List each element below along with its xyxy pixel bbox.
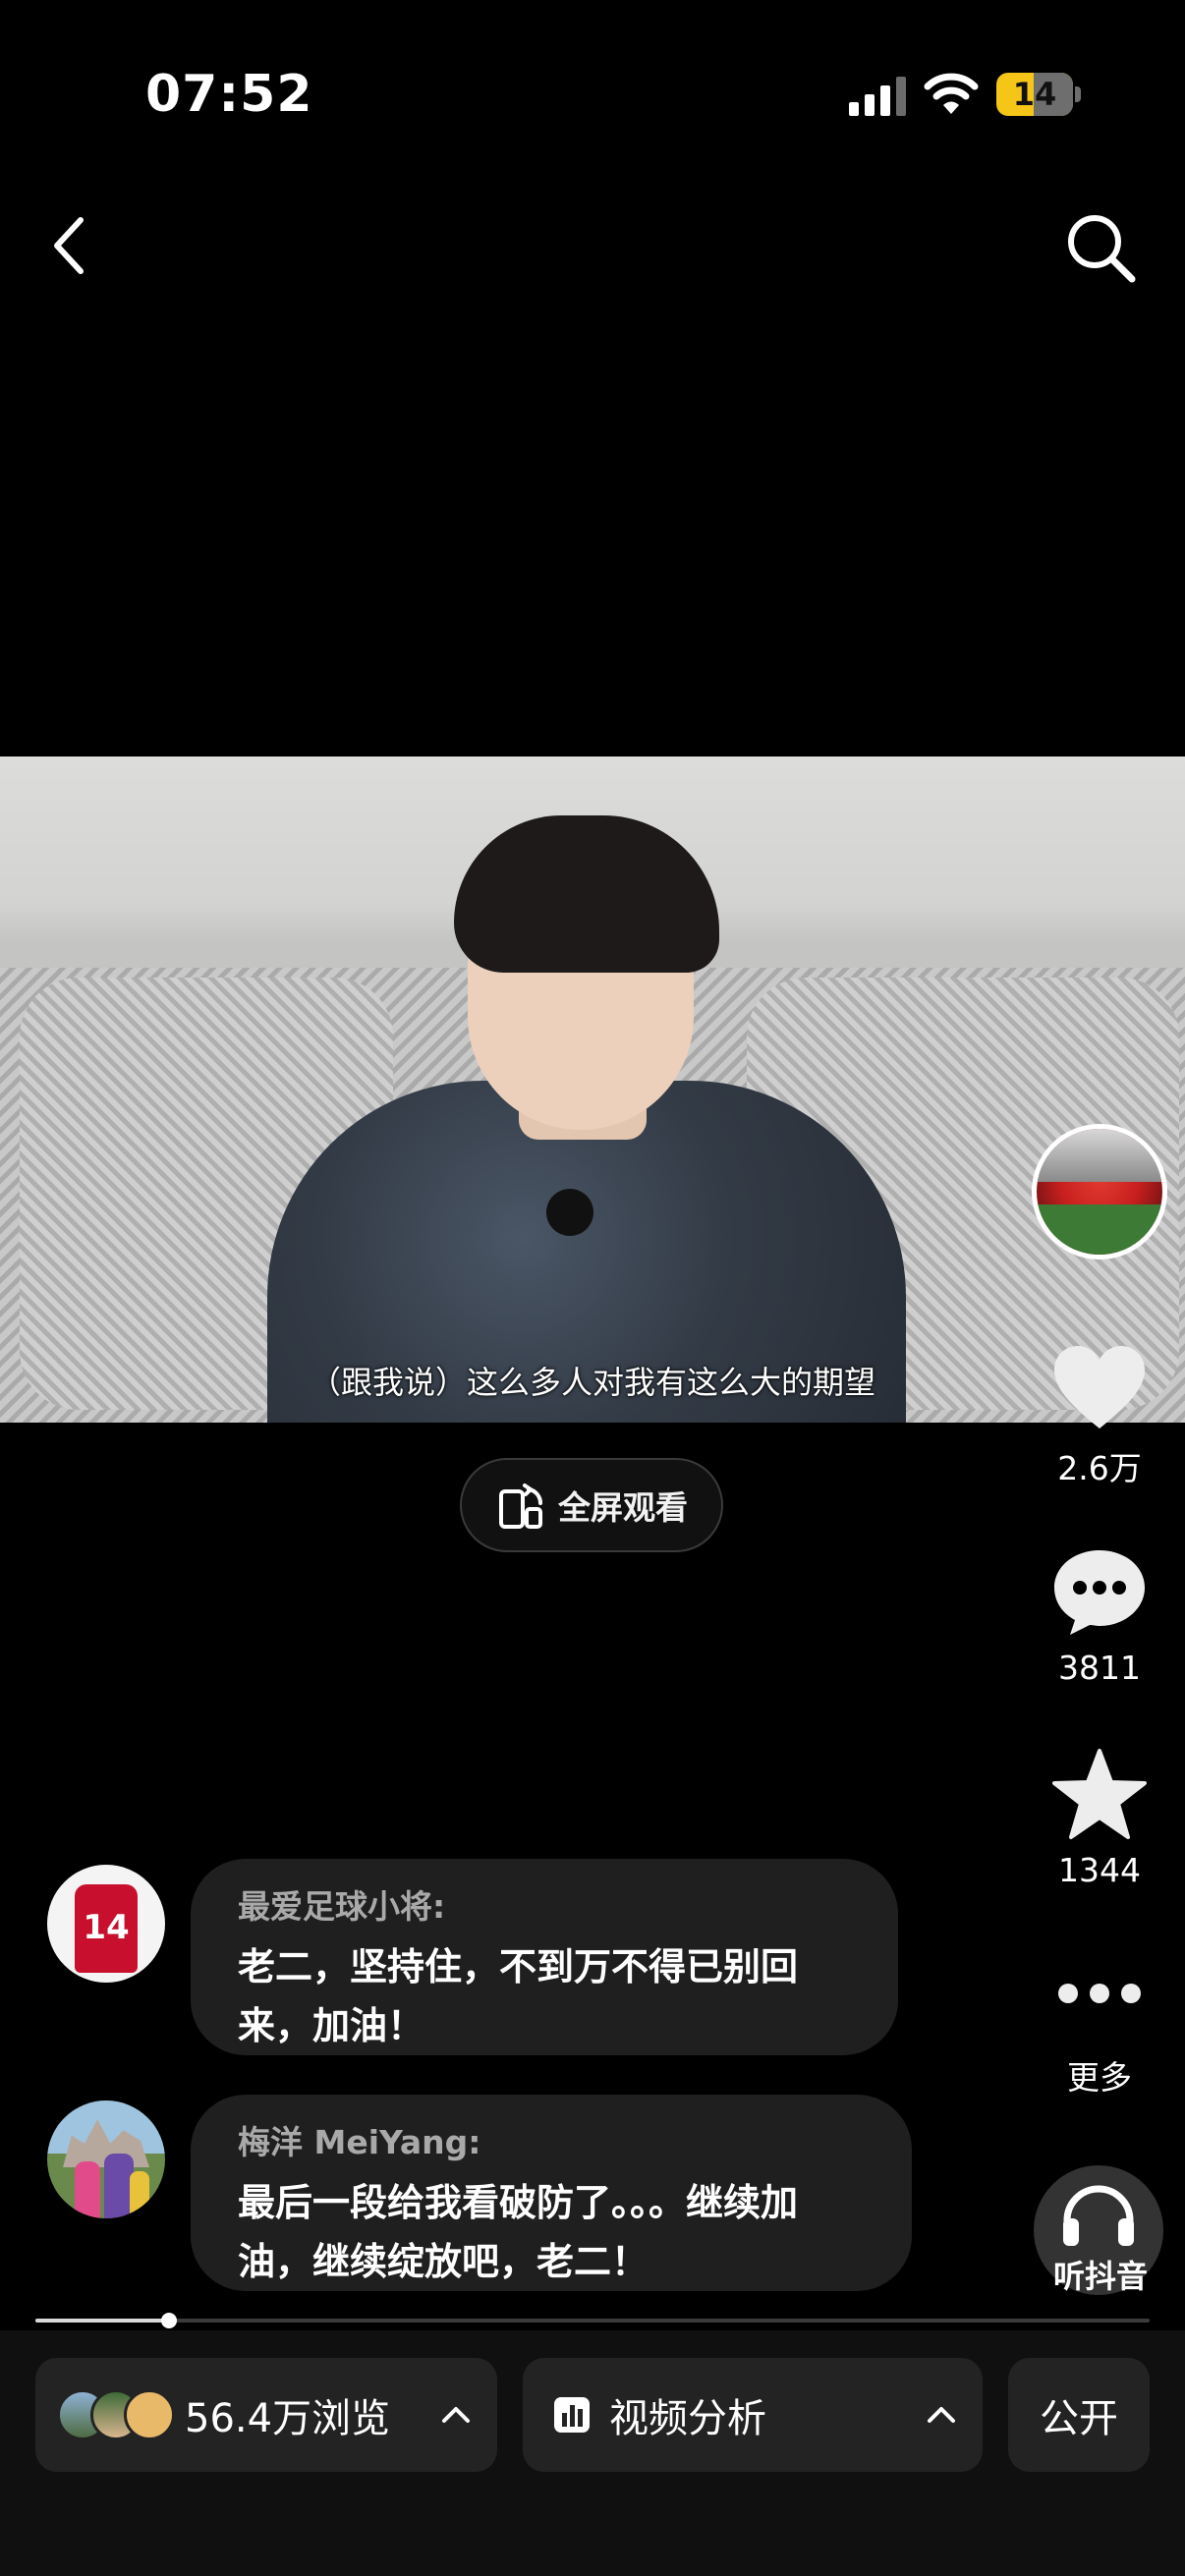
comment-text: 最后一段给我看破防了。。。继续加 xyxy=(238,2181,799,2224)
viewer-avatars xyxy=(57,2389,175,2440)
favorite-button[interactable]: 1344 xyxy=(1032,1747,1167,1889)
headphones-icon xyxy=(1063,2185,1134,2246)
progress-fill xyxy=(35,2319,170,2323)
analytics-icon xyxy=(554,2397,590,2433)
comment-author: 梅洋 MeiYang: xyxy=(238,2123,481,2161)
favorite-count: 1344 xyxy=(1058,1851,1141,1889)
battery-indicator: 14 xyxy=(996,73,1081,116)
search-icon[interactable] xyxy=(1061,208,1140,287)
jersey-number: 14 xyxy=(83,1908,130,1947)
visibility-label: 公开 xyxy=(1040,2396,1118,2441)
comment-text: 老二，坚持住，不到万不得已别回 xyxy=(238,1945,799,1988)
comment-bubble-icon xyxy=(1054,1550,1145,1635)
listen-label: 听抖音 xyxy=(1052,2258,1148,2295)
comment-text: 来，加油！ xyxy=(238,2004,425,2047)
star-icon xyxy=(1052,1749,1147,1839)
video-player[interactable]: （跟我说）这么多人对我有这么大的期望 xyxy=(0,756,1185,1423)
rotate-screen-icon xyxy=(499,1484,543,1529)
progress-knob[interactable] xyxy=(161,2313,178,2328)
commenter-avatar[interactable]: 14 xyxy=(47,1865,165,1983)
comment-author: 最爱足球小将: xyxy=(238,1887,446,1926)
video-analysis-label: 视频分析 xyxy=(609,2396,766,2441)
like-button[interactable]: 2.6万 xyxy=(1032,1342,1167,1489)
views-button[interactable]: 56.4万浏览 xyxy=(35,2358,497,2472)
video-analysis-button[interactable]: 视频分析 xyxy=(523,2358,983,2472)
wifi-icon xyxy=(924,73,979,114)
views-count: 56.4万浏览 xyxy=(185,2396,391,2441)
visibility-button[interactable]: 公开 xyxy=(1008,2358,1150,2472)
video-subtitle: （跟我说）这么多人对我有这么大的期望 xyxy=(309,1364,875,1401)
more-label: 更多 xyxy=(1067,2058,1132,2097)
fullscreen-label: 全屏观看 xyxy=(558,1488,688,1527)
comment-count: 3811 xyxy=(1058,1649,1141,1687)
like-count: 2.6万 xyxy=(1057,1449,1142,1487)
chevron-up-icon xyxy=(928,2407,955,2423)
comment-bubble: 最爱足球小将: 老二，坚持住，不到万不得已别回 来，加油！ xyxy=(191,1859,898,2055)
status-time: 07:52 xyxy=(145,65,313,124)
commenter-avatar[interactable] xyxy=(47,2100,165,2218)
heart-icon xyxy=(1054,1346,1145,1428)
fullscreen-button[interactable]: 全屏观看 xyxy=(460,1458,723,1552)
comment-bubble: 梅洋 MeiYang: 最后一段给我看破防了。。。继续加 油，继续绽放吧，老二！ xyxy=(191,2095,912,2291)
chevron-up-icon xyxy=(442,2407,470,2423)
creator-avatar[interactable] xyxy=(1032,1124,1167,1260)
more-button[interactable]: 更多 xyxy=(1032,1979,1167,2099)
back-icon[interactable] xyxy=(39,206,98,285)
battery-level: 14 xyxy=(1012,76,1057,113)
comment-text: 油，继续绽放吧，老二！ xyxy=(238,2240,649,2283)
comment-button[interactable]: 3811 xyxy=(1032,1544,1167,1687)
video-progress-bar[interactable] xyxy=(35,2313,1150,2328)
cellular-signal-icon xyxy=(849,77,906,116)
microphone-icon xyxy=(546,1189,593,1236)
more-dots-icon xyxy=(1058,1984,1141,2003)
